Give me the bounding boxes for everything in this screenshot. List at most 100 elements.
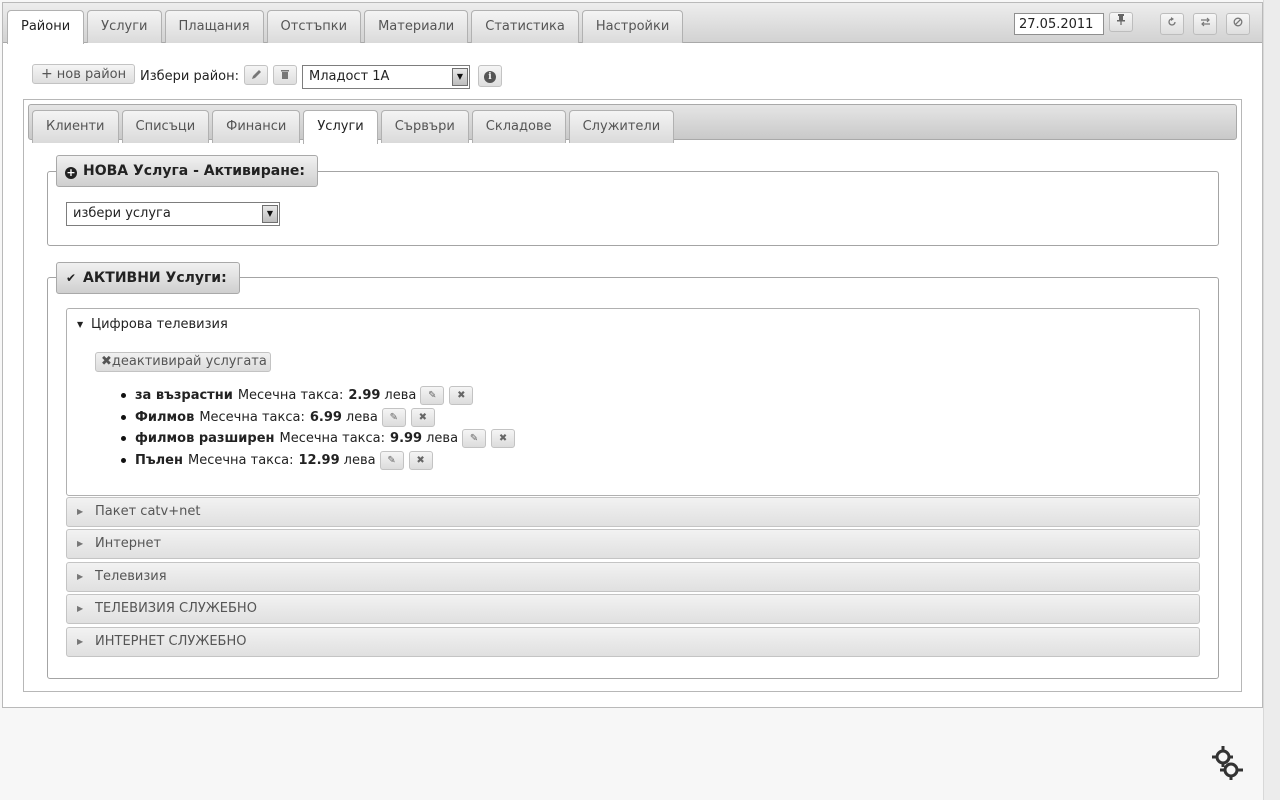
district-info-button[interactable]: i bbox=[478, 65, 502, 87]
currency: лева bbox=[426, 431, 459, 447]
service-group-title: ТЕЛЕВИЗИЯ СЛУЖЕБНО bbox=[95, 601, 257, 616]
tab-warehouses[interactable]: Складове bbox=[471, 110, 566, 143]
district-tabs: Клиенти Списъци Финанси Услуги Сървъри С… bbox=[32, 110, 675, 144]
plan-name: за възрастни bbox=[135, 388, 233, 404]
tab-districts[interactable]: Райони bbox=[7, 10, 85, 44]
service-group-television[interactable]: ▶ Телевизия bbox=[66, 562, 1200, 592]
service-group-tv-official[interactable]: ▶ ТЕЛЕВИЗИЯ СЛУЖЕБНО bbox=[66, 594, 1200, 624]
district-subnav: Клиенти Списъци Финанси Услуги Сървъри С… bbox=[28, 104, 1237, 144]
delete-plan-button[interactable]: ✖ bbox=[449, 386, 474, 406]
swap-icon bbox=[1200, 17, 1210, 27]
list-item: Филмов Месечна такса: 6.99 лева ✎ ✖ bbox=[117, 407, 520, 429]
service-select[interactable]: избери услуга ▼ bbox=[66, 202, 280, 226]
delete-plan-button[interactable]: ✖ bbox=[410, 407, 435, 427]
service-plan-list: за възрастни Месечна такса: 2.99 лева ✎ … bbox=[117, 385, 520, 471]
new-district-button[interactable]: + нов район bbox=[32, 64, 136, 84]
tab-servers[interactable]: Сървъри bbox=[380, 110, 469, 143]
service-group-internet[interactable]: ▶ Интернет bbox=[66, 529, 1200, 559]
check-icon: ✔ bbox=[65, 271, 77, 285]
edit-plan-button[interactable]: ✎ bbox=[381, 407, 406, 427]
trash-icon bbox=[281, 70, 289, 79]
service-group-title: Телевизия bbox=[95, 569, 167, 584]
caret-right-icon: ▶ bbox=[77, 507, 84, 516]
info-icon: i bbox=[484, 71, 496, 83]
plan-name: Филмов bbox=[135, 409, 195, 425]
service-group-internet-official[interactable]: ▶ ИНТЕРНЕТ СЛУЖЕБНО bbox=[66, 627, 1200, 657]
edit-plan-button[interactable]: ✎ bbox=[420, 386, 445, 406]
refresh-button[interactable] bbox=[1160, 13, 1184, 35]
pencil-icon: ✎ bbox=[387, 454, 396, 466]
pencil-icon: ✎ bbox=[469, 433, 479, 445]
service-group-title: ИНТЕРНЕТ СЛУЖЕБНО bbox=[95, 634, 247, 649]
service-group-catv-net[interactable]: ▶ Пакет catv+net bbox=[66, 497, 1200, 527]
edit-plan-button[interactable]: ✎ bbox=[462, 429, 487, 449]
tab-statistics[interactable]: Статистика bbox=[471, 10, 579, 43]
service-group-title: Пакет catv+net bbox=[95, 504, 201, 519]
plan-price: 12.99 bbox=[298, 452, 340, 468]
service-group-title: Интернет bbox=[95, 536, 162, 551]
tab-services[interactable]: Услуги bbox=[87, 10, 162, 43]
service-group-title: Цифрова телевизия bbox=[91, 317, 228, 332]
bullet-icon bbox=[121, 457, 126, 463]
list-item: филмов разширен Месечна такса: 9.99 лева… bbox=[117, 428, 520, 450]
tab-settings[interactable]: Настройки bbox=[581, 10, 684, 43]
tab-district-services[interactable]: Услуги bbox=[303, 110, 378, 144]
tab-employees[interactable]: Служители bbox=[568, 110, 675, 143]
date-input[interactable] bbox=[1014, 13, 1104, 35]
block-icon bbox=[1233, 17, 1243, 27]
close-icon: ✖ bbox=[498, 433, 508, 445]
deactivate-service-button[interactable]: ✖деактивирай услугата bbox=[95, 352, 271, 372]
refresh-icon bbox=[1168, 17, 1176, 26]
main-tabs: Райони Услуги Плащания Отстъпки Материал… bbox=[7, 10, 684, 44]
tab-discounts[interactable]: Отстъпки bbox=[266, 10, 362, 43]
gear-icon[interactable] bbox=[1210, 745, 1244, 781]
district-panel: Клиенти Списъци Финанси Услуги Сървъри С… bbox=[23, 99, 1242, 692]
plus-circle-icon: + bbox=[65, 166, 77, 179]
edit-plan-button[interactable]: ✎ bbox=[379, 450, 404, 470]
bullet-icon bbox=[121, 414, 126, 420]
delete-plan-button[interactable]: ✖ bbox=[408, 450, 433, 470]
main-navigation: Райони Услуги Плащания Отстъпки Материал… bbox=[3, 3, 1262, 44]
tab-materials[interactable]: Материали bbox=[364, 10, 469, 43]
fee-label: Месечна такса: bbox=[237, 388, 344, 404]
new-service-legend: + НОВА Услуга - Активиране: bbox=[56, 155, 318, 187]
caret-right-icon: ▶ bbox=[77, 539, 84, 548]
fee-label: Месечна такса: bbox=[187, 452, 294, 468]
pin-icon bbox=[1117, 14, 1125, 25]
close-icon: ✖ bbox=[418, 411, 428, 423]
currency: лева bbox=[345, 409, 378, 425]
service-group-header[interactable]: ▼ Цифрова телевизия bbox=[77, 317, 228, 332]
edit-district-button[interactable] bbox=[244, 65, 268, 85]
chevron-down-icon: ▼ bbox=[452, 68, 468, 86]
district-select[interactable]: Младост 1А ▼ bbox=[302, 65, 470, 89]
plus-icon: + bbox=[41, 66, 53, 82]
window-scrollbar[interactable] bbox=[1263, 0, 1280, 800]
block-button[interactable] bbox=[1226, 13, 1250, 35]
delete-plan-button[interactable]: ✖ bbox=[491, 429, 516, 449]
caret-down-icon: ▼ bbox=[77, 320, 84, 329]
swap-button[interactable] bbox=[1193, 13, 1217, 35]
plan-price: 2.99 bbox=[348, 388, 381, 404]
active-services-title: АКТИВНИ Услуги: bbox=[83, 270, 227, 286]
plan-name: Пълен bbox=[135, 452, 183, 468]
active-services-fieldset: ▼ Цифрова телевизия ✖деактивирай услугата… bbox=[47, 277, 1219, 679]
tab-clients[interactable]: Клиенти bbox=[32, 110, 119, 143]
active-services-legend: ✔ АКТИВНИ Услуги: bbox=[56, 262, 240, 294]
delete-district-button[interactable] bbox=[273, 65, 297, 85]
plan-name: филмов разширен bbox=[135, 431, 275, 447]
list-item: Пълен Месечна такса: 12.99 лева ✎ ✖ bbox=[117, 450, 520, 472]
pencil-icon: ✎ bbox=[389, 411, 399, 423]
close-icon: ✖ bbox=[416, 454, 425, 466]
caret-right-icon: ▶ bbox=[77, 604, 84, 613]
tab-lists[interactable]: Списъци bbox=[121, 110, 210, 143]
plan-price: 9.99 bbox=[390, 431, 423, 447]
tab-payments[interactable]: Плащания bbox=[164, 10, 264, 43]
currency: лева bbox=[343, 452, 376, 468]
tab-finances[interactable]: Финанси bbox=[212, 110, 301, 143]
choose-district-label: Избери район: bbox=[140, 69, 239, 84]
caret-right-icon: ▶ bbox=[77, 637, 84, 646]
caret-right-icon: ▶ bbox=[77, 572, 84, 581]
pin-button[interactable] bbox=[1109, 12, 1133, 32]
plan-price: 6.99 bbox=[309, 409, 342, 425]
list-item: за възрастни Месечна такса: 2.99 лева ✎ … bbox=[117, 385, 520, 407]
